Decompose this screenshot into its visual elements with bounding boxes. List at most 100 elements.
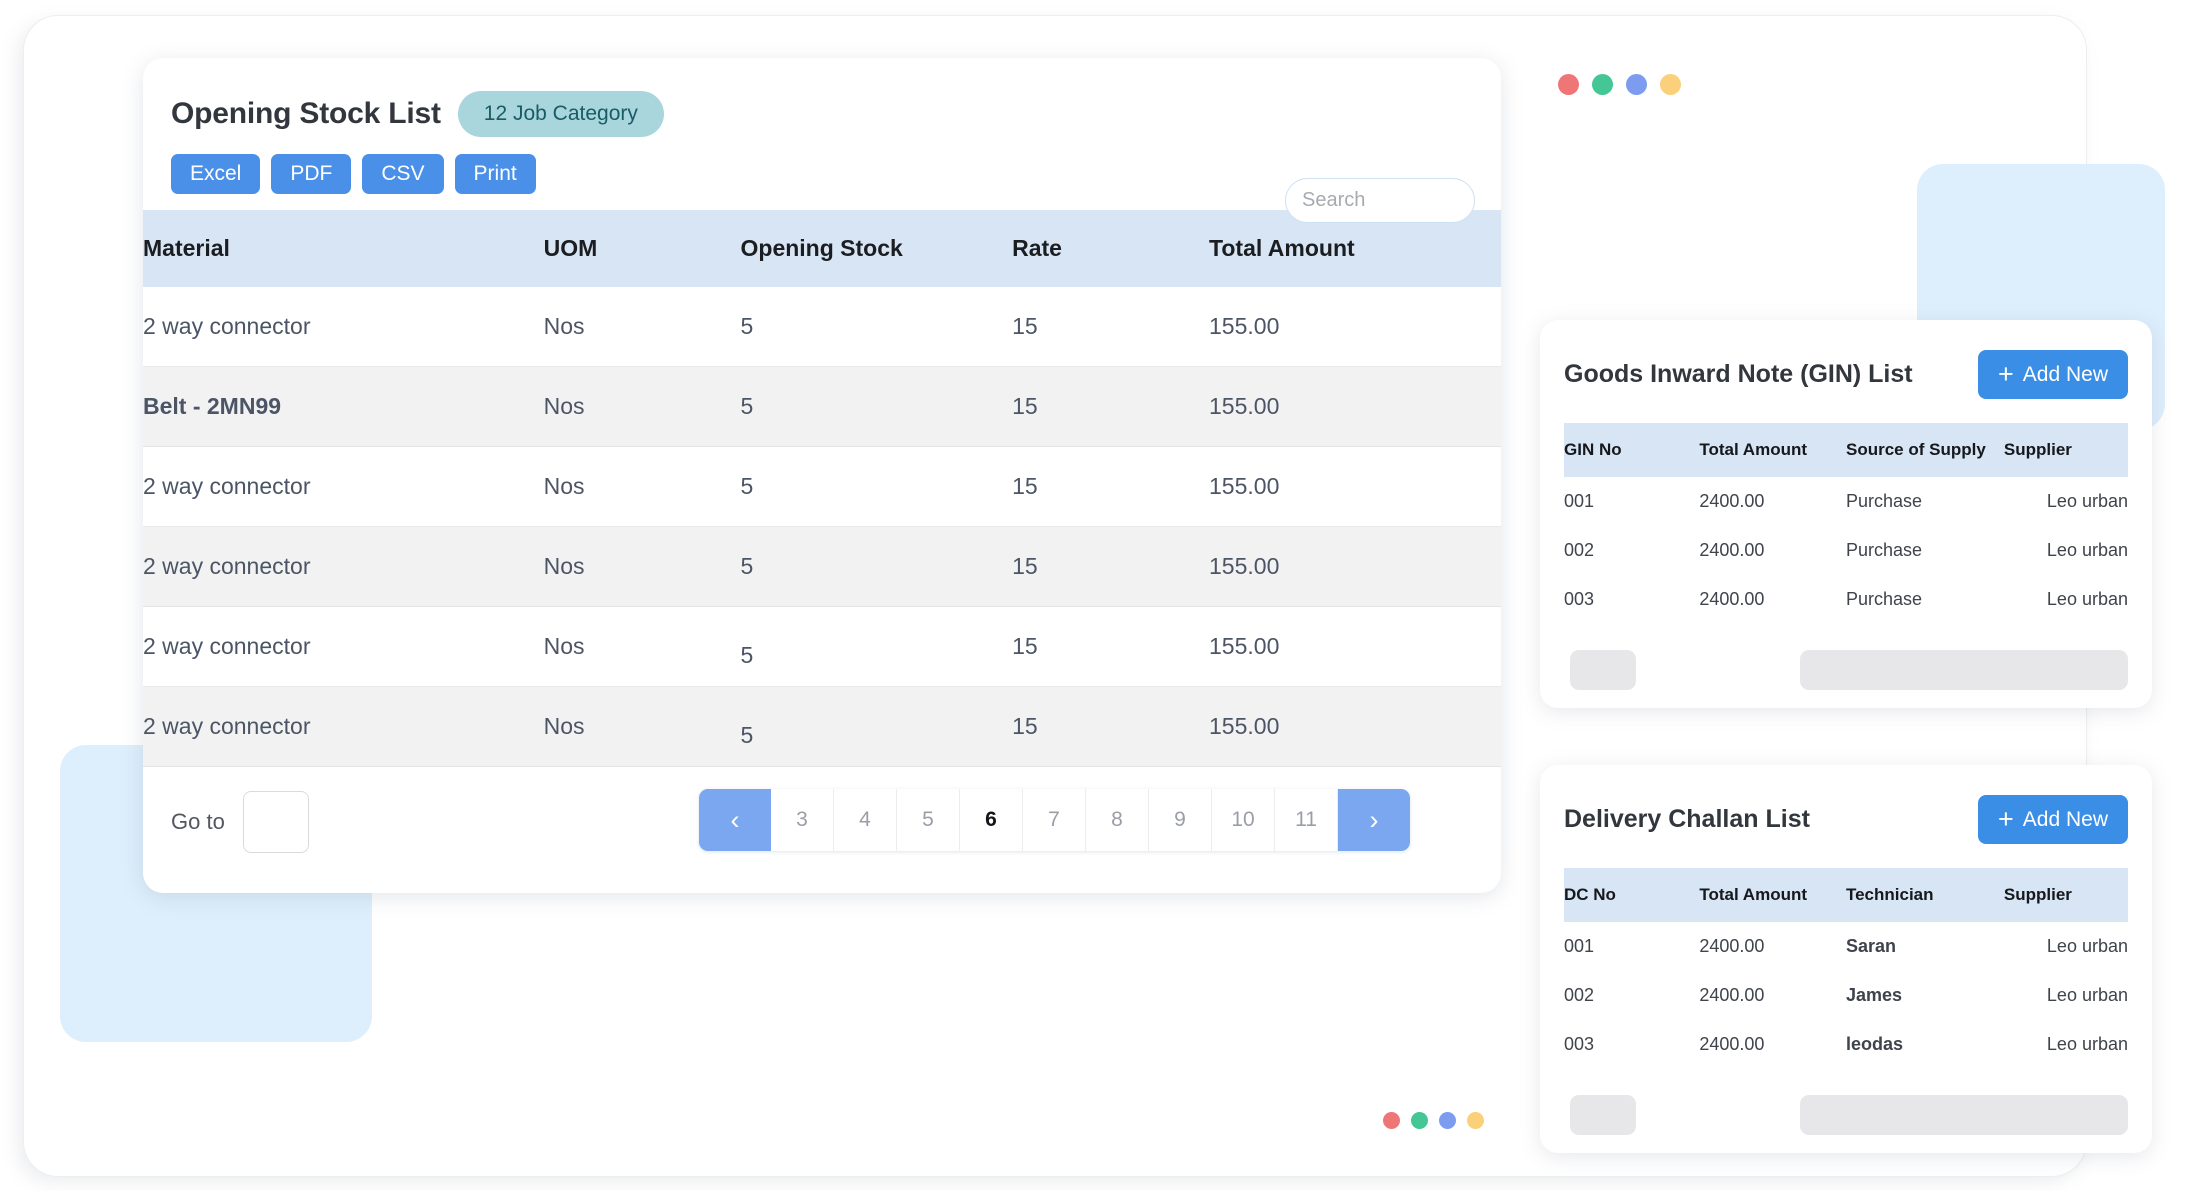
export-csv-button[interactable]: CSV (362, 154, 444, 194)
page-title: Opening Stock List (171, 97, 441, 130)
pagination-page-7[interactable]: 7 (1023, 789, 1086, 851)
dc-column-header-amount: Total Amount (1699, 868, 1846, 922)
cell-material: Belt - 2MN99 (143, 366, 544, 447)
cell-material: 2 way connector (143, 606, 544, 687)
gin-column-header-no: GIN No (1564, 423, 1700, 477)
gin-add-new-button[interactable]: + Add New (1978, 350, 2128, 399)
table-body: 2 way connector Nos 5 15 155.00 Belt - 2… (143, 287, 1501, 767)
opening-stock-table: Material UOM Opening Stock Rate Total Am… (143, 210, 1501, 767)
dc-column-header-technician: Technician (1845, 868, 2004, 922)
dc-column-header-supplier: Supplier (2003, 868, 2128, 922)
gin-cell-amount: 2400.00 (1699, 491, 1765, 511)
gin-add-new-label: Add New (2022, 362, 2108, 386)
pagination-page-6[interactable]: 6 (960, 789, 1023, 851)
gin-skeleton-row (1564, 650, 2128, 690)
table-row[interactable]: 2 way connector Nos 5 15 155.00 (143, 526, 1501, 607)
delivery-challan-card: Delivery Challan List + Add New DC No To… (1540, 765, 2152, 1153)
goto-page-input[interactable] (242, 791, 309, 853)
cell-material: 2 way connector (143, 686, 544, 767)
pagination-prev-button[interactable]: ‹ (699, 789, 771, 851)
table-row[interactable]: 2 way connector Nos 5 15 155.00 (143, 446, 1501, 527)
cell-opening-stock: 5 (740, 526, 1013, 607)
gin-table: GIN No Total Amount Source of Supply Sup… (1564, 423, 2128, 624)
pagination-page-5[interactable]: 5 (897, 789, 960, 851)
dc-add-new-label: Add New (2022, 807, 2108, 831)
dc-cell-amount: 2400.00 (1699, 936, 1765, 956)
screenshot-root: Opening Stock List 12 Job Category Excel… (0, 0, 2201, 1191)
dc-cell-technician: Saran (1845, 936, 1897, 956)
cell-rate: 15 (1012, 686, 1210, 767)
dc-cell-supplier: Leo urban (2046, 985, 2128, 1005)
dc-cell-supplier: Leo urban (2046, 1034, 2128, 1054)
cell-uom: Nos (543, 606, 741, 687)
skeleton-block-wide (1800, 1095, 2128, 1135)
cell-uom: Nos (543, 366, 741, 447)
cell-uom: Nos (543, 686, 741, 767)
decorative-dots-bottom (1383, 1112, 1484, 1129)
decorative-dots-top (1558, 74, 1681, 95)
table-row[interactable]: 003 2400.00 leodas Leo urban (1564, 1020, 2128, 1069)
dc-cell-technician: James (1845, 985, 1903, 1005)
gin-column-header-source: Source of Supply (1845, 423, 2004, 477)
stock-card-header: Opening Stock List 12 Job Category Excel… (143, 58, 1501, 223)
search-input[interactable] (1302, 189, 1501, 212)
cell-opening-stock-value: 5 (740, 642, 754, 668)
goto-label: Go to (171, 809, 225, 834)
dc-column-header-no: DC No (1564, 868, 1700, 922)
plus-icon: + (1998, 804, 2014, 834)
dc-cell-amount: 2400.00 (1699, 1034, 1765, 1054)
export-excel-button[interactable]: Excel (171, 154, 261, 194)
export-pdf-button[interactable]: PDF (271, 154, 352, 194)
column-header-material: Material (143, 210, 544, 287)
dc-cell-supplier: Leo urban (2046, 936, 2128, 956)
table-row[interactable]: 2 way connector Nos 5 15 155.00 (143, 287, 1501, 367)
cell-opening-stock: 5 (740, 366, 1013, 447)
gin-column-header-supplier: Supplier (2003, 423, 2128, 477)
pagination: ‹ 3 4 5 6 7 8 9 10 11 › (699, 789, 1410, 851)
gin-cell-no: 002 (1564, 540, 1595, 560)
cell-material: 2 way connector (143, 287, 544, 367)
table-row[interactable]: 2 way connector Nos 5 15 155.00 (143, 606, 1501, 687)
dc-add-new-button[interactable]: + Add New (1978, 795, 2128, 844)
gin-column-header-amount: Total Amount (1699, 423, 1846, 477)
cell-opening-stock: 5 (740, 287, 1013, 367)
gin-cell-supplier: Leo urban (2046, 589, 2128, 609)
dot-yellow (1467, 1112, 1484, 1129)
gin-table-body: 001 2400.00 Purchase Leo urban 002 2400.… (1564, 477, 2128, 624)
skeleton-block-wide (1800, 650, 2128, 690)
pagination-page-11[interactable]: 11 (1275, 789, 1338, 851)
job-category-badge: 12 Job Category (457, 91, 664, 137)
gin-card-title: Goods Inward Note (GIN) List (1564, 360, 1913, 388)
gin-cell-no: 001 (1564, 491, 1595, 511)
pagination-page-9[interactable]: 9 (1149, 789, 1212, 851)
search-box[interactable] (1285, 178, 1501, 223)
pagination-page-4[interactable]: 4 (834, 789, 897, 851)
gin-cell-source: Purchase (1845, 540, 1923, 560)
table-row[interactable]: 001 2400.00 Purchase Leo urban (1564, 477, 2128, 526)
table-row[interactable]: Belt - 2MN99 Nos 5 15 155.00 (143, 366, 1501, 447)
plus-icon: + (1998, 359, 2014, 389)
table-row[interactable]: 003 2400.00 Purchase Leo urban (1564, 575, 2128, 624)
pagination-page-8[interactable]: 8 (1086, 789, 1149, 851)
table-row[interactable]: 002 2400.00 James Leo urban (1564, 971, 2128, 1020)
gin-cell-supplier: Leo urban (2046, 491, 2128, 511)
cell-total-amount: 155.00 (1209, 446, 1501, 527)
table-row[interactable]: 2 way connector Nos 5 15 155.00 (143, 686, 1501, 767)
cell-total-amount: 155.00 (1209, 366, 1501, 447)
dot-green (1411, 1112, 1428, 1129)
dot-yellow (1660, 74, 1681, 95)
cell-total-amount: 155.00 (1209, 526, 1501, 607)
gin-list-card: Goods Inward Note (GIN) List + Add New G… (1540, 320, 2152, 708)
print-button[interactable]: Print (454, 154, 536, 194)
gin-card-header: Goods Inward Note (GIN) List + Add New (1564, 350, 2128, 399)
dc-header-row: DC No Total Amount Technician Supplier (1564, 868, 2128, 922)
pagination-page-3[interactable]: 3 (771, 789, 834, 851)
gin-header-row: GIN No Total Amount Source of Supply Sup… (1564, 423, 2128, 477)
pagination-page-10[interactable]: 10 (1212, 789, 1275, 851)
table-row[interactable]: 001 2400.00 Saran Leo urban (1564, 922, 2128, 971)
column-header-uom: UOM (543, 210, 741, 287)
pagination-next-button[interactable]: › (1338, 789, 1410, 851)
gin-cell-source: Purchase (1845, 491, 1923, 511)
gin-cell-source: Purchase (1845, 589, 1923, 609)
table-row[interactable]: 002 2400.00 Purchase Leo urban (1564, 526, 2128, 575)
